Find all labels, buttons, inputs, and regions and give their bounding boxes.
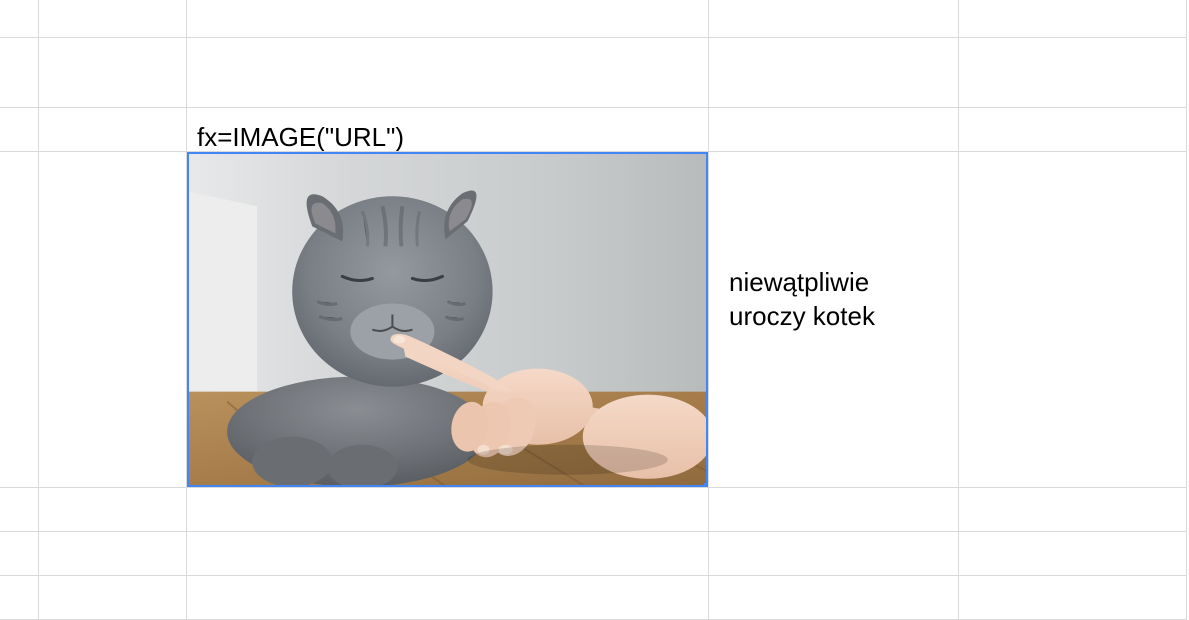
cell-b2[interactable] — [39, 38, 187, 108]
cell-d4-caption[interactable]: niewątpliwie uroczy kotek — [709, 152, 959, 488]
cell-a1[interactable] — [0, 0, 39, 38]
cell-c1[interactable] — [187, 0, 709, 38]
caption-line-2: uroczy kotek — [729, 301, 875, 331]
cell-c2[interactable] — [187, 38, 709, 108]
cell-c5[interactable] — [187, 488, 709, 532]
cell-b3[interactable] — [39, 108, 187, 152]
cell-d2[interactable] — [709, 38, 959, 108]
caption-line-1: niewątpliwie — [729, 267, 869, 297]
cell-e7[interactable] — [959, 576, 1187, 620]
cell-d6[interactable] — [709, 532, 959, 576]
cell-d5[interactable] — [709, 488, 959, 532]
cell-a7[interactable] — [0, 576, 39, 620]
cell-b4[interactable] — [39, 152, 187, 488]
cell-d1[interactable] — [709, 0, 959, 38]
selection-fill-handle[interactable] — [704, 483, 709, 488]
cell-c6[interactable] — [187, 532, 709, 576]
cell-e5[interactable] — [959, 488, 1187, 532]
cat-image-icon — [187, 152, 708, 487]
cell-a4[interactable] — [0, 152, 39, 488]
cell-a5[interactable] — [0, 488, 39, 532]
cell-e3[interactable] — [959, 108, 1187, 152]
spreadsheet-grid[interactable]: fx=IMAGE("URL") — [0, 0, 1189, 618]
cell-a2[interactable] — [0, 38, 39, 108]
cell-b6[interactable] — [39, 532, 187, 576]
cell-d3[interactable] — [709, 108, 959, 152]
cell-c4-selected-image[interactable] — [187, 152, 709, 488]
cell-e1[interactable] — [959, 0, 1187, 38]
cell-c3-formula[interactable]: fx=IMAGE("URL") — [187, 108, 709, 152]
cell-d7[interactable] — [709, 576, 959, 620]
cell-b1[interactable] — [39, 0, 187, 38]
cell-e2[interactable] — [959, 38, 1187, 108]
cell-b7[interactable] — [39, 576, 187, 620]
cell-e4[interactable] — [959, 152, 1187, 488]
cell-a3[interactable] — [0, 108, 39, 152]
cell-a6[interactable] — [0, 532, 39, 576]
formula-text: fx=IMAGE("URL") — [197, 122, 404, 152]
cell-c7[interactable] — [187, 576, 709, 620]
cell-e6[interactable] — [959, 532, 1187, 576]
cell-b5[interactable] — [39, 488, 187, 532]
cell-image — [187, 152, 708, 487]
caption-text: niewątpliwie uroczy kotek — [729, 266, 875, 334]
